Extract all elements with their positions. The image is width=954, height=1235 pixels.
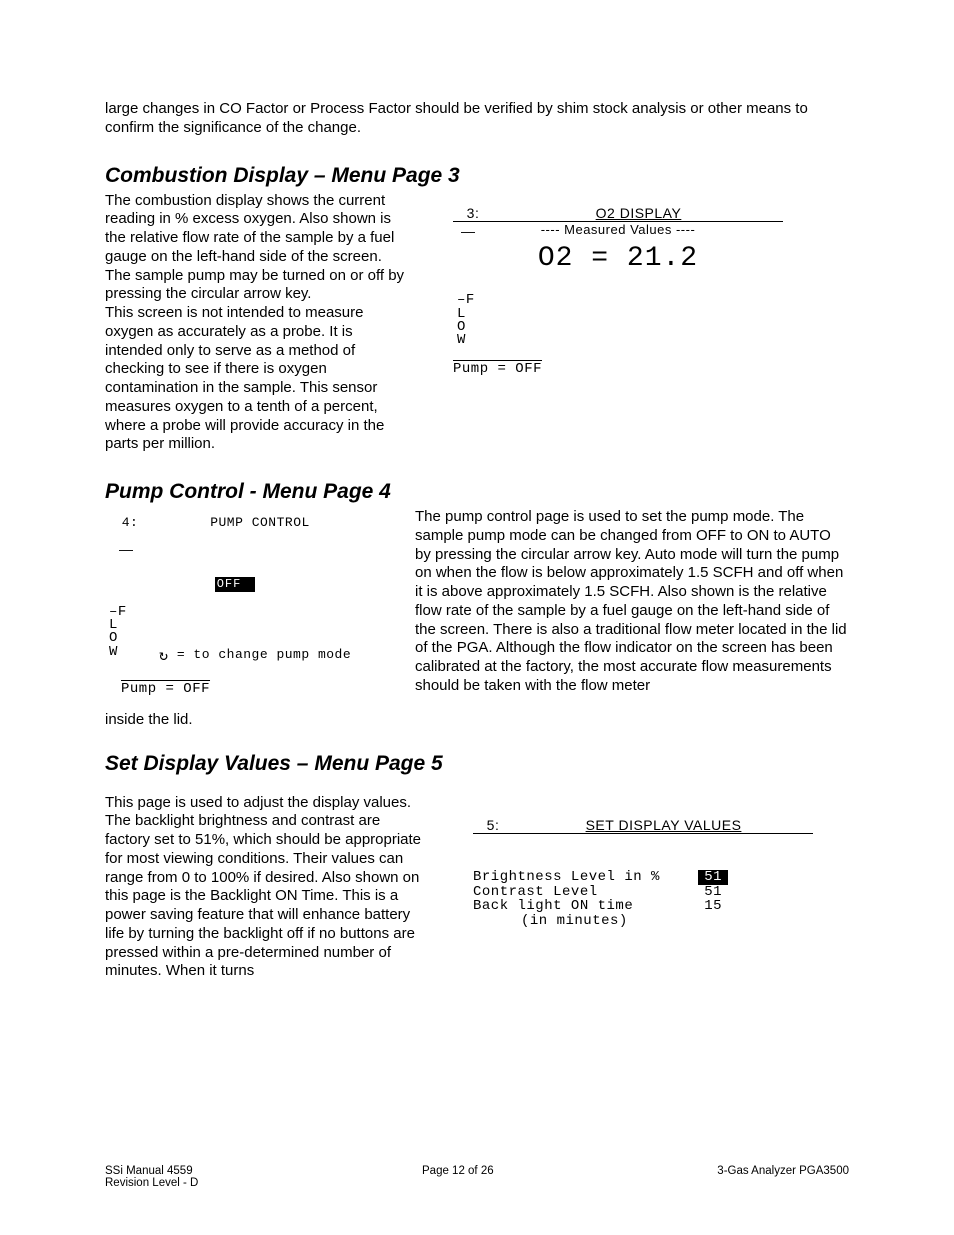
lcd2-pump: Pump = OFF [121, 681, 210, 697]
lcd3-title: SET DISPLAY VALUES [514, 818, 813, 833]
page-footer: SSi Manual 4559 Revision Level - D Page … [105, 1165, 849, 1189]
footer-pagenum: Page 12 of 26 [422, 1165, 494, 1189]
section2-content: 4: PUMP CONTROL — OFF –F L O W ↻ = to ch… [105, 508, 849, 697]
section2-lcd-wrap: 4: PUMP CONTROL — OFF –F L O W ↻ = to ch… [105, 508, 395, 697]
lcd1-subtitle: ---- Measured Values ---- [453, 223, 783, 237]
lcd1-reading: O2 = 21.2 [453, 244, 783, 275]
brightness-label: Brightness Level in % [473, 870, 660, 885]
flow-l2: L [109, 619, 365, 632]
heading-combustion-display: Combustion Display – Menu Page 3 [105, 164, 849, 188]
flow-l: L [457, 308, 783, 321]
lcd2-page-num: 4: [105, 516, 155, 530]
lcd-pump-control: 4: PUMP CONTROL — OFF –F L O W ↻ = to ch… [105, 516, 365, 697]
section2-body: The pump control page is used to set the… [415, 508, 849, 697]
section1-body: The combustion display shows the current… [105, 192, 405, 455]
footer-left: SSi Manual 4559 Revision Level - D [105, 1165, 198, 1189]
brightness-value: 51 [698, 870, 728, 885]
lcd3-table: Brightness Level in % 51 Contrast Level … [473, 870, 728, 929]
flow-f2: –F [109, 606, 365, 619]
backlight-units: (in minutes) [473, 914, 628, 929]
lcd2-hint: ↻ = to change pump mode [159, 647, 365, 664]
flow-o: O [457, 321, 783, 334]
flow-w: W [457, 334, 783, 347]
lcd1-page-num: 3: [453, 206, 494, 221]
footer-revision: Revision Level - D [105, 1177, 198, 1189]
section2-tail: inside the lid. [105, 711, 849, 730]
intro-paragraph: large changes in CO Factor or Process Fa… [105, 100, 849, 138]
lcd-set-display-values: 5: SET DISPLAY VALUES Brightness Level i… [473, 818, 813, 929]
section3-content: This page is used to adjust the display … [105, 794, 849, 982]
section1-lcd-wrap: 3: O2 DISPLAY — ---- Measured Values ---… [425, 192, 849, 455]
section3-lcd-wrap: 5: SET DISPLAY VALUES Brightness Level i… [445, 794, 849, 982]
footer-product: 3-Gas Analyzer PGA3500 [717, 1165, 849, 1189]
footer-manual: SSi Manual 4559 [105, 1165, 198, 1177]
flow-f: –F [457, 294, 783, 307]
lcd1-pump: Pump = OFF [453, 361, 542, 377]
section3-body: This page is used to adjust the display … [105, 794, 425, 982]
lcd-o2-display: 3: O2 DISPLAY — ---- Measured Values ---… [453, 206, 783, 377]
lcd1-flow-gauge: –F L O W [457, 294, 783, 347]
lcd2-mode-box: OFF [215, 577, 256, 592]
section1-content: The combustion display shows the current… [105, 192, 849, 455]
backlight-time-label: Back light ON time [473, 899, 633, 914]
lcd1-title: O2 DISPLAY [494, 206, 783, 221]
lcd3-page-num: 5: [473, 818, 514, 833]
backlight-time-value: 15 [704, 899, 728, 914]
contrast-value: 51 [704, 885, 728, 900]
heading-pump-control: Pump Control - Menu Page 4 [105, 480, 849, 504]
flow-o2: O [109, 632, 365, 645]
page: large changes in CO Factor or Process Fa… [0, 0, 954, 1235]
circular-arrow-icon: ↻ [159, 649, 169, 666]
lcd2-hint-text: = to change pump mode [169, 647, 352, 662]
heading-set-display-values: Set Display Values – Menu Page 5 [105, 752, 849, 776]
lcd2-title: PUMP CONTROL [155, 516, 365, 530]
contrast-label: Contrast Level [473, 885, 598, 900]
